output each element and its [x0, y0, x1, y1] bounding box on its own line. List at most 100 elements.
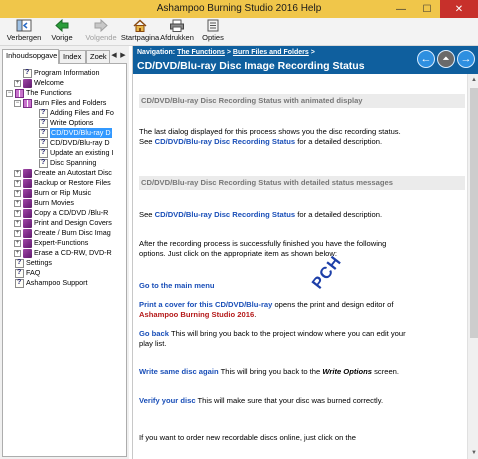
tree-item-label: Adding Files and Fo: [50, 108, 114, 117]
tab-scroll-right-icon[interactable]: ▶: [119, 50, 127, 62]
breadcrumb-link-functions[interactable]: The Functions: [177, 49, 225, 56]
minimize-button[interactable]: —: [388, 0, 414, 18]
tree-item[interactable]: Disc Spanning: [39, 158, 96, 168]
link-recording-status[interactable]: CD/DVD/Blu-ray Disc Recording Status: [155, 137, 296, 146]
link-go-back[interactable]: Go back: [139, 329, 169, 338]
hide-button[interactable]: Verbergen: [4, 19, 44, 42]
write-options-emphasis: Write Options: [322, 367, 372, 376]
tree-item[interactable]: + Backup or Restore Files: [14, 178, 111, 188]
tree-item-label: Expert-Functions: [34, 238, 89, 247]
previous-topic-icon[interactable]: ←: [417, 50, 435, 68]
tree-item[interactable]: Ashampoo Support: [15, 278, 88, 288]
back-button[interactable]: Vorige: [48, 19, 76, 42]
expand-icon[interactable]: +: [14, 199, 21, 207]
tree-item-label: Write Options: [50, 118, 94, 127]
tree-item[interactable]: Update an existing I: [39, 148, 114, 158]
forward-arrow-icon: [94, 19, 108, 32]
tree-item-label: CD/DVD/Blu-ray D: [50, 138, 110, 147]
scroll-up-icon[interactable]: ▲: [468, 74, 478, 86]
tab-contents[interactable]: Inhoudsopgave: [2, 49, 59, 64]
tab-index[interactable]: Index: [59, 50, 86, 63]
paragraph-see-status: See CD/DVD/Blu-ray Disc Recording Status…: [139, 210, 407, 220]
expand-icon[interactable]: +: [14, 229, 21, 237]
expand-icon[interactable]: +: [14, 219, 21, 227]
book-icon: [23, 248, 32, 258]
link-main-menu[interactable]: Go to the main menu: [139, 281, 215, 290]
forward-label: Volgende: [85, 33, 117, 42]
expand-icon[interactable]: +: [14, 249, 21, 257]
tree-item[interactable]: Program Information: [23, 68, 100, 78]
tree-item[interactable]: + Print and Design Covers: [14, 218, 112, 228]
tree-item[interactable]: + Erase a CD-RW, DVD-R: [14, 248, 112, 258]
tree-item[interactable]: + Burn Movies: [14, 198, 74, 208]
option-main-menu: Go to the main menu: [139, 281, 407, 291]
tab-search[interactable]: Zoek: [86, 50, 110, 63]
forward-button[interactable]: Volgende: [82, 19, 120, 42]
tab-scroll-left-icon[interactable]: ◀: [110, 50, 118, 62]
expand-icon[interactable]: +: [14, 239, 21, 247]
collapse-icon[interactable]: −: [6, 89, 13, 97]
help-page-icon: [15, 278, 24, 288]
vertical-scrollbar[interactable]: ▲ ▼: [467, 74, 478, 459]
breadcrumb-separator-tail: >: [310, 49, 315, 56]
hide-pane-icon: [16, 19, 32, 32]
help-page-icon: [39, 118, 48, 128]
link-verify-disc[interactable]: Verify your disc: [139, 396, 196, 405]
expand-icon[interactable]: +: [14, 79, 21, 87]
topic-content: CD/DVD/Blu-ray Disc Recording Status wit…: [133, 74, 467, 459]
expand-icon[interactable]: +: [14, 189, 21, 197]
up-topic-icon[interactable]: ⏶: [437, 50, 455, 68]
tree-item-label: Backup or Restore Files: [34, 178, 111, 187]
text-span: .: [254, 309, 257, 319]
tree-item[interactable]: − The Functions: [6, 88, 72, 98]
close-button[interactable]: ✕: [440, 0, 478, 18]
tree-item[interactable]: + Create / Burn Disc Imag: [14, 228, 111, 238]
page-title: CD/DVD/Blu-ray Disc Image Recording Stat…: [137, 60, 365, 72]
tree-item-label: Erase a CD-RW, DVD-R: [34, 248, 112, 257]
options-icon: [207, 19, 219, 32]
home-button[interactable]: Startpagina: [120, 19, 160, 42]
tree-item-label: Burn Movies: [34, 198, 74, 207]
tree-item[interactable]: CD/DVD/Blu-ray D: [39, 138, 110, 148]
help-page-icon: [23, 68, 32, 78]
breadcrumb-link-burn-files[interactable]: Burn Files and Folders: [233, 49, 309, 56]
expand-icon[interactable]: +: [14, 169, 21, 177]
paragraph-recording-status: The last dialog displayed for this proce…: [139, 127, 407, 146]
paragraph-order-discs: If you want to order new recordable disc…: [139, 433, 356, 442]
tree-item[interactable]: + Copy a CD/DVD /Blu-R: [14, 208, 108, 218]
tree-item[interactable]: Write Options: [39, 118, 93, 128]
expand-icon[interactable]: +: [14, 209, 21, 217]
book-icon: [23, 238, 32, 248]
print-button[interactable]: Afdrukken: [160, 19, 194, 42]
tree-item[interactable]: CD/DVD/Blu-ray D: [39, 128, 112, 138]
tree-item-label: Burn or Rip Music: [34, 188, 92, 197]
expand-icon[interactable]: +: [14, 179, 21, 187]
scroll-down-icon[interactable]: ▼: [468, 447, 478, 459]
tree-item[interactable]: − Burn Files and Folders: [14, 98, 106, 108]
tree-item[interactable]: + Burn or Rip Music: [14, 188, 91, 198]
tree-item[interactable]: Adding Files and Fo: [39, 108, 114, 118]
help-page-icon: [39, 158, 48, 168]
link-write-same-disc[interactable]: Write same disc again: [139, 367, 219, 376]
link-recording-status-2[interactable]: CD/DVD/Blu-ray Disc Recording Status: [155, 210, 296, 219]
breadcrumb: Navigation: The Functions > Burn Files a…: [137, 49, 315, 56]
tree-item[interactable]: + Expert-Functions: [14, 238, 88, 248]
help-page-icon: [39, 148, 48, 158]
tree-item[interactable]: FAQ: [15, 268, 40, 278]
tree-item[interactable]: Settings: [15, 258, 52, 268]
maximize-button[interactable]: ☐: [414, 0, 440, 18]
help-page-icon: [15, 258, 24, 268]
option-verify: Verify your disc This will make sure tha…: [139, 396, 407, 406]
link-print-cover[interactable]: Print a cover for this CD/DVD/Blu-ray: [139, 300, 272, 309]
tree-item[interactable]: + Welcome: [14, 78, 64, 88]
tree-item-label: Disc Spanning: [50, 158, 97, 167]
tree-item-label: Program Information: [34, 68, 100, 77]
scroll-thumb[interactable]: [470, 88, 478, 338]
options-button[interactable]: Opties: [200, 19, 226, 42]
next-topic-icon[interactable]: →: [457, 50, 475, 68]
section-heading-detailed: CD/DVD/Blu-ray Disc Recording Status wit…: [139, 176, 465, 190]
printer-icon: [170, 19, 184, 32]
tree-item[interactable]: + Create an Autostart Disc: [14, 168, 112, 178]
title-bar: Ashampoo Burning Studio 2016 Help — ☐ ✕: [0, 0, 478, 18]
collapse-icon[interactable]: −: [14, 99, 21, 107]
